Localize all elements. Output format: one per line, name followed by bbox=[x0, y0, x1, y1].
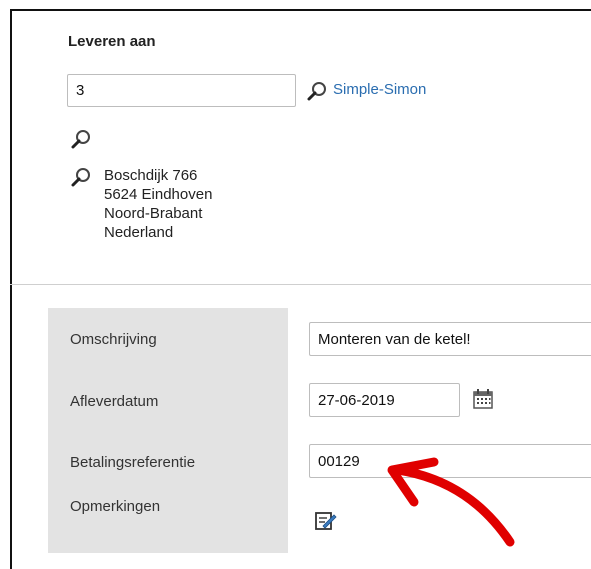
section-divider bbox=[10, 284, 591, 285]
red-arrow-annotation bbox=[387, 457, 515, 547]
edit-note-icon[interactable] bbox=[314, 510, 338, 532]
address-line: Noord-Brabant bbox=[104, 205, 203, 222]
betalingsreferentie-label: Betalingsreferentie bbox=[70, 454, 196, 471]
section-title-deliver-to: Leveren aan bbox=[68, 33, 156, 50]
magnifier-icon[interactable] bbox=[306, 80, 328, 102]
address-line: Nederland bbox=[104, 224, 174, 241]
calendar-icon[interactable] bbox=[472, 388, 494, 410]
deliver-to-code-input[interactable] bbox=[67, 74, 296, 107]
opmerkingen-label: Opmerkingen bbox=[70, 498, 161, 515]
omschrijving-label: Omschrijving bbox=[70, 331, 157, 348]
omschrijving-input[interactable] bbox=[309, 322, 591, 356]
afleverdatum-input[interactable] bbox=[309, 383, 460, 417]
afleverdatum-label: Afleverdatum bbox=[70, 393, 159, 410]
customer-link[interactable]: Simple-Simon bbox=[333, 81, 426, 98]
delivery-address: Boschdijk 766 5624 Eindhoven Noord-Braba… bbox=[104, 166, 212, 242]
magnifier-icon[interactable] bbox=[70, 128, 92, 150]
address-line: 5624 Eindhoven bbox=[104, 186, 213, 203]
magnifier-icon[interactable] bbox=[70, 166, 92, 188]
address-line: Boschdijk 766 bbox=[104, 167, 198, 184]
